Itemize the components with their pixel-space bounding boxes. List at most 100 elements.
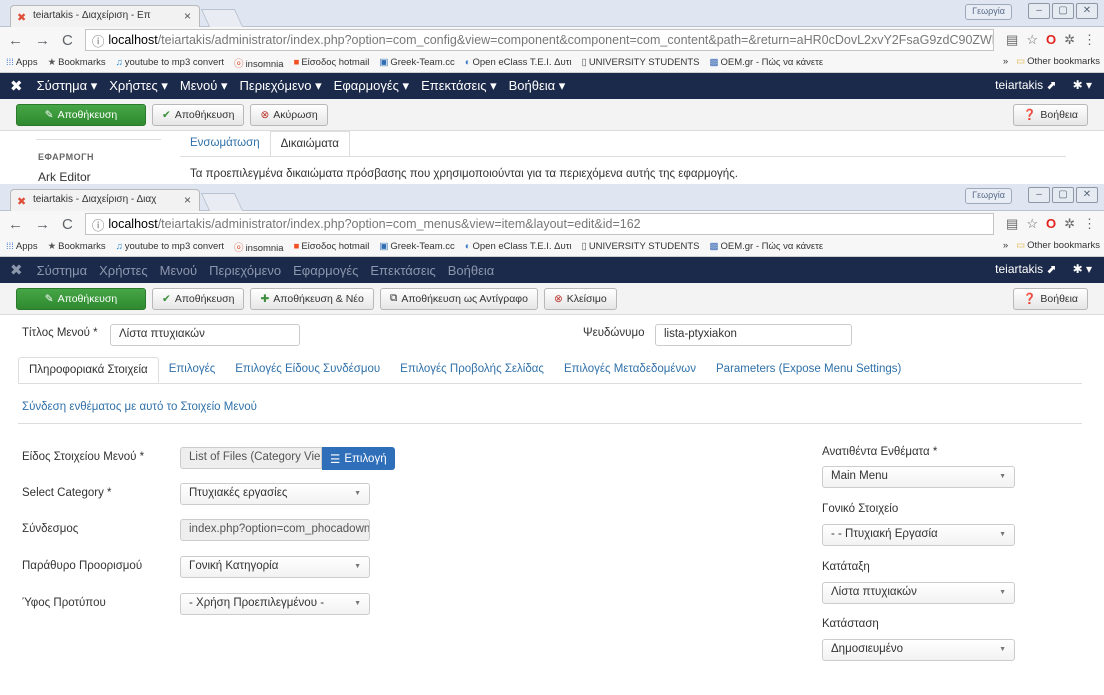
save-new-button[interactable]: ✚ Αποθήκευση & Νέο bbox=[250, 287, 374, 310]
minimize-icon[interactable]: – bbox=[1028, 3, 1050, 19]
close-button[interactable]: ⊗ Κλείσιμο bbox=[543, 287, 617, 310]
joomla-logo-icon[interactable]: ✖ bbox=[10, 261, 23, 279]
save-button[interactable]: ✎ Αποθήκευση bbox=[16, 103, 146, 126]
reload-icon[interactable]: C bbox=[62, 216, 73, 233]
sidebar-item-ark-editor[interactable]: Ark Editor bbox=[38, 170, 91, 184]
reload-icon[interactable]: C bbox=[62, 32, 73, 49]
bookmark-hotmail[interactable]: ■ Είσοδος hotmail bbox=[294, 241, 370, 252]
back-icon[interactable]: ← bbox=[8, 216, 23, 233]
bookmark-insomnia[interactable]: ⓞ insomnia bbox=[234, 56, 284, 70]
menu-users[interactable]: Χρήστες ▾ bbox=[109, 78, 168, 94]
bookmark-hotmail[interactable]: ■ Είσοδος hotmail bbox=[294, 57, 370, 68]
tab-page-display[interactable]: Επιλογές Προβολής Σελίδας bbox=[390, 357, 554, 383]
extension-icon[interactable]: ✲ bbox=[1064, 216, 1075, 232]
menu-menus[interactable]: Μενού bbox=[160, 263, 197, 278]
browser-tab[interactable]: ✖ teiartakis - Διαχείριση - Επ × bbox=[10, 5, 200, 27]
menu-title-input[interactable]: Λίστα πτυχιακών bbox=[110, 324, 300, 346]
other-bookmarks[interactable]: ▭ Other bookmarks bbox=[1016, 240, 1100, 251]
more-bookmarks-icon[interactable]: » bbox=[1003, 240, 1008, 251]
opera-icon[interactable]: O bbox=[1046, 216, 1056, 232]
bookmark-youtube[interactable]: ♫ youtube to mp3 convert bbox=[116, 241, 224, 252]
tab-parameters[interactable]: Parameters (Expose Menu Settings) bbox=[706, 357, 911, 383]
tab-permissions[interactable]: Δικαιώματα bbox=[269, 131, 350, 157]
opera-icon[interactable]: O bbox=[1046, 32, 1056, 48]
menu-system[interactable]: Σύστημα ▾ bbox=[37, 78, 98, 94]
bookmark-bookmarks[interactable]: ★ Bookmarks bbox=[48, 57, 106, 68]
maximize-icon[interactable]: ▢ bbox=[1052, 187, 1074, 203]
bookmark-apps[interactable]: ⁞⁞⁞ Apps bbox=[6, 57, 38, 68]
site-link[interactable]: teiartakis ⬈ bbox=[995, 262, 1056, 276]
menu-system[interactable]: Σύστημα bbox=[37, 263, 88, 278]
save-copy-button[interactable]: ⧉ Αποθήκευση ως Αντίγραφο bbox=[379, 287, 538, 310]
menu-help[interactable]: Βοήθεια ▾ bbox=[509, 78, 566, 94]
choose-button[interactable]: ☰ Επιλογή bbox=[322, 447, 395, 470]
bookmark-apps[interactable]: ⁞⁞⁞ Apps bbox=[6, 241, 38, 252]
maximize-icon[interactable]: ▢ bbox=[1052, 3, 1074, 19]
save-close-button[interactable]: ✔ Αποθήκευση bbox=[152, 287, 245, 310]
profile-button[interactable]: Γεωργία bbox=[965, 4, 1012, 20]
menu-content[interactable]: Περιεχόμενο ▾ bbox=[240, 78, 322, 94]
back-icon[interactable]: ← bbox=[8, 32, 23, 49]
bookmark-bookmarks[interactable]: ★ Bookmarks bbox=[48, 241, 106, 252]
menu-help[interactable]: Βοήθεια bbox=[448, 263, 495, 278]
tab-metadata[interactable]: Επιλογές Μεταδεδομένων bbox=[554, 357, 706, 383]
cancel-button[interactable]: ⊗ Ακύρωση bbox=[250, 103, 328, 126]
menu-menus[interactable]: Μενού ▾ bbox=[180, 78, 228, 94]
parent-item-select[interactable]: - - Πτυχιακή Εργασία ▼ bbox=[822, 524, 1015, 546]
bookmark-youtube[interactable]: ♫ youtube to mp3 convert bbox=[116, 57, 224, 68]
menu-icon[interactable]: ⋮ bbox=[1083, 216, 1096, 232]
tab-details[interactable]: Πληροφοριακά Στοιχεία bbox=[18, 357, 159, 383]
translate-icon[interactable]: ▤ bbox=[1006, 32, 1018, 48]
close-window-icon[interactable]: ✕ bbox=[1076, 3, 1098, 19]
tab-module-assignment[interactable]: Σύνδεση ενθέματος με αυτό το Στοιχείο Με… bbox=[22, 401, 257, 413]
close-window-icon[interactable]: ✕ bbox=[1076, 187, 1098, 203]
menu-extensions[interactable]: Επεκτάσεις ▾ bbox=[421, 78, 497, 94]
template-style-select[interactable]: - Χρήση Προεπιλεγμένου - ▼ bbox=[180, 593, 370, 615]
new-tab-button[interactable] bbox=[200, 9, 244, 27]
gear-icon[interactable]: ✱ ▾ bbox=[1073, 78, 1092, 92]
url-field[interactable]: ⓘ localhost/teiartakis/administrator/ind… bbox=[84, 213, 995, 235]
close-tab-icon[interactable]: × bbox=[184, 193, 191, 207]
menu-users[interactable]: Χρήστες bbox=[99, 263, 148, 278]
forward-icon[interactable]: → bbox=[35, 216, 50, 233]
browser-tab-2[interactable]: ✖ teiartakis - Διαχείριση - Διαχ × bbox=[10, 189, 200, 211]
extension-icon[interactable]: ✲ bbox=[1064, 32, 1075, 48]
target-window-select[interactable]: Γονική Κατηγορία ▼ bbox=[180, 556, 370, 578]
gear-icon[interactable]: ✱ ▾ bbox=[1073, 262, 1092, 276]
bookmark-university[interactable]: ▯ UNIVERSITY STUDENTS bbox=[582, 57, 700, 68]
bookmark-greekteam[interactable]: ▣ Greek-Team.cc bbox=[379, 57, 454, 68]
bookmark-oem[interactable]: ▩ OEM.gr - Πώς να κάνετε bbox=[710, 241, 824, 252]
star-icon[interactable]: ☆ bbox=[1026, 216, 1038, 232]
close-tab-icon[interactable]: × bbox=[184, 9, 191, 23]
more-bookmarks-icon[interactable]: » bbox=[1003, 56, 1008, 67]
tab-link-type[interactable]: Επιλογές Είδους Συνδέσμου bbox=[225, 357, 390, 383]
alias-input[interactable]: lista-ptyxiakon bbox=[655, 324, 852, 346]
profile-button[interactable]: Γεωργία bbox=[965, 188, 1012, 204]
save-close-button[interactable]: ✔ Αποθήκευση bbox=[152, 103, 245, 126]
translate-icon[interactable]: ▤ bbox=[1006, 216, 1018, 232]
save-button[interactable]: ✎ Αποθήκευση bbox=[16, 287, 146, 310]
star-icon[interactable]: ☆ bbox=[1026, 32, 1038, 48]
menu-extensions[interactable]: Επεκτάσεις bbox=[370, 263, 435, 278]
tab-integration[interactable]: Ενσωμάτωση bbox=[180, 131, 270, 157]
bookmark-university[interactable]: ▯ UNIVERSITY STUDENTS bbox=[582, 241, 700, 252]
bookmark-oem[interactable]: ▩ OEM.gr - Πώς να κάνετε bbox=[710, 57, 824, 68]
joomla-logo-icon[interactable]: ✖ bbox=[10, 77, 23, 95]
new-tab-button[interactable] bbox=[200, 193, 244, 211]
help-button[interactable]: ❓ Βοήθεια bbox=[1013, 287, 1088, 310]
help-button[interactable]: ❓ Βοήθεια bbox=[1013, 103, 1088, 126]
bookmark-insomnia[interactable]: ⓞ insomnia bbox=[234, 240, 284, 254]
other-bookmarks[interactable]: ▭ Other bookmarks bbox=[1016, 56, 1100, 67]
menu-components[interactable]: Εφαρμογές ▾ bbox=[334, 78, 409, 94]
url-field[interactable]: ⓘ localhost/teiartakis/administrator/ind… bbox=[84, 29, 995, 51]
menu-icon[interactable]: ⋮ bbox=[1083, 32, 1096, 48]
category-select[interactable]: Πτυχιακές εργασίες ▼ bbox=[180, 483, 370, 505]
site-link[interactable]: teiartakis ⬈ bbox=[995, 78, 1056, 92]
menu-content[interactable]: Περιεχόμενο bbox=[209, 263, 281, 278]
minimize-icon[interactable]: – bbox=[1028, 187, 1050, 203]
menu-select[interactable]: Main Menu ▼ bbox=[822, 466, 1015, 488]
menu-components[interactable]: Εφαρμογές bbox=[293, 263, 358, 278]
bookmark-greekteam[interactable]: ▣ Greek-Team.cc bbox=[379, 241, 454, 252]
bookmark-eclass[interactable]: ◐ Open eClass T.E.I. Δυτι bbox=[465, 57, 572, 68]
ordering-select[interactable]: Λίστα πτυχιακών ▼ bbox=[822, 582, 1015, 604]
